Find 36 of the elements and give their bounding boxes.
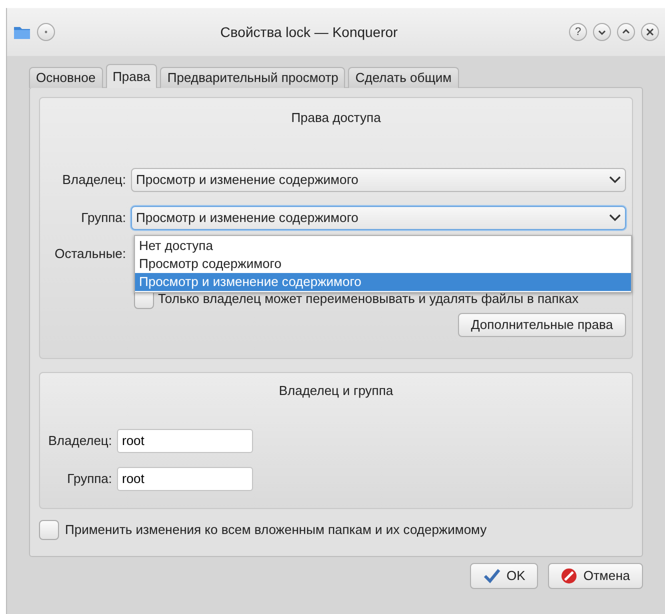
cancel-icon bbox=[561, 568, 578, 584]
text-field[interactable]: root bbox=[117, 428, 253, 452]
cancel-button[interactable]: Отмена bbox=[548, 563, 643, 589]
help-button[interactable]: ? bbox=[569, 23, 587, 41]
minimize-button[interactable] bbox=[593, 23, 611, 41]
window-title: Свойства lock — Konqueror bbox=[219, 22, 399, 42]
field-label: Группа: bbox=[80, 208, 126, 227]
text-field[interactable]: root bbox=[117, 466, 253, 490]
field-label: Владелец: bbox=[61, 170, 126, 189]
combo-box[interactable]: Просмотр и изменение содержимого bbox=[131, 206, 626, 230]
tab[interactable]: Сделать общим bbox=[348, 67, 459, 88]
field-label: Владелец: bbox=[47, 432, 112, 450]
field-label: Группа: bbox=[66, 470, 112, 488]
dropdown-option[interactable]: Просмотр и изменение содержимого bbox=[135, 273, 631, 291]
tab[interactable]: Основное bbox=[29, 67, 103, 88]
close-icon bbox=[645, 27, 655, 37]
checkbox-label: Только владелец может переименовывать и удалять файлы в папках bbox=[158, 290, 579, 308]
group-title: Права доступа bbox=[290, 109, 382, 127]
combo-box[interactable]: Просмотр и изменение содержимого bbox=[131, 168, 626, 192]
tab[interactable]: Права bbox=[106, 64, 158, 88]
field-label: Остальные: bbox=[54, 244, 126, 262]
close-button[interactable] bbox=[641, 23, 659, 41]
folder-icon bbox=[13, 24, 31, 40]
checkmark-icon bbox=[482, 568, 501, 584]
group-title: Владелец и группа bbox=[278, 382, 394, 400]
checkbox[interactable] bbox=[39, 520, 59, 540]
checkbox-label: Применить изменения ко всем вложенным папкам и их содержимому bbox=[65, 521, 487, 540]
chevron-down-icon bbox=[609, 214, 621, 222]
dropdown-option[interactable]: Просмотр содержимого bbox=[135, 255, 631, 273]
advanced-permissions-button[interactable]: Дополнительные права bbox=[458, 313, 626, 337]
dropdown-option[interactable]: Нет доступа bbox=[135, 237, 631, 255]
tab[interactable]: Предварительный просмотр bbox=[160, 67, 346, 88]
ok-button[interactable]: OK bbox=[470, 563, 538, 589]
maximize-button[interactable] bbox=[617, 23, 635, 41]
dot-icon bbox=[44, 30, 48, 34]
chevron-down-icon bbox=[609, 176, 621, 184]
